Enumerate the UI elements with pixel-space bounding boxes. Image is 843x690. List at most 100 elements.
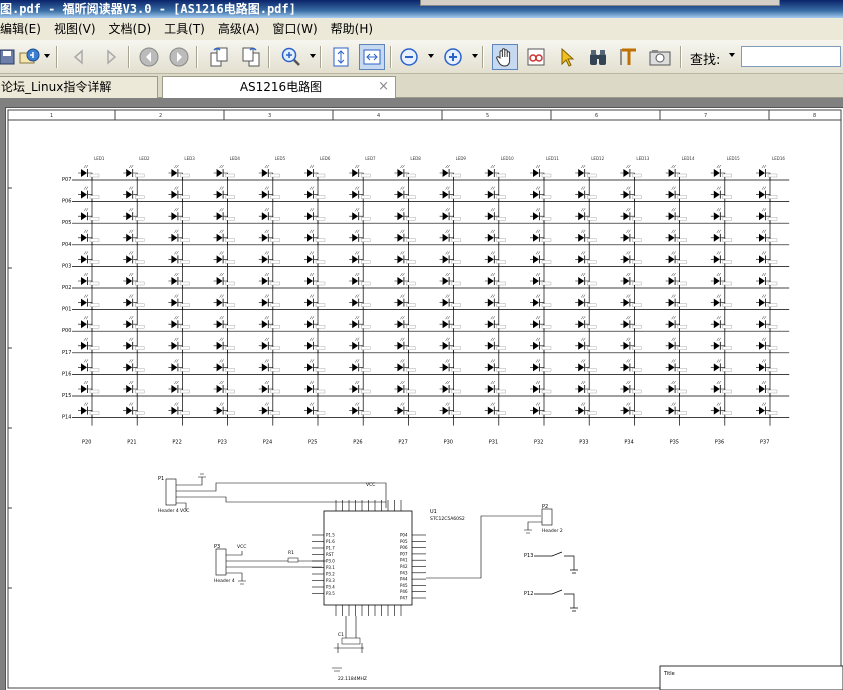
led-emission-arrows xyxy=(355,272,360,277)
led-emission-arrows xyxy=(671,164,676,169)
search-input[interactable] xyxy=(741,46,841,67)
led-diode xyxy=(216,169,223,177)
email-dropdown-arrow[interactable] xyxy=(44,54,50,58)
menu-advanced[interactable]: 高级(A) xyxy=(218,18,267,40)
led-diode xyxy=(397,363,404,372)
led-ref-label xyxy=(496,260,506,264)
led-diode xyxy=(759,169,765,177)
led-diode xyxy=(171,277,178,285)
chip-pin-label: P05 xyxy=(400,539,408,544)
led-diode xyxy=(261,363,268,372)
snapshot-button[interactable] xyxy=(647,44,673,70)
led-diode xyxy=(81,169,87,177)
led-ref-label xyxy=(632,238,642,242)
tab-as1216[interactable]: AS1216电路图 × xyxy=(162,76,396,98)
led-ref-label xyxy=(315,411,326,415)
led-emission-arrows xyxy=(716,402,721,406)
search-options-arrow[interactable] xyxy=(729,53,735,57)
zoom-plus-dropdown-arrow[interactable] xyxy=(472,54,478,58)
menu-tools[interactable]: 工具(T) xyxy=(164,18,212,40)
rotate-left-button[interactable] xyxy=(206,44,232,70)
led-ref-label xyxy=(135,325,145,329)
text-select-button[interactable] xyxy=(616,44,642,70)
menu-help[interactable]: 帮助(H) xyxy=(331,18,380,40)
connector-label: P3 xyxy=(214,544,220,550)
led-diode xyxy=(578,169,585,177)
toolbar-separator xyxy=(196,46,198,68)
led-diode xyxy=(261,169,268,177)
led-emission-arrows xyxy=(490,272,495,277)
row-port-label: P15 xyxy=(62,393,71,399)
led-diode xyxy=(623,385,630,393)
chip-u1 xyxy=(323,510,413,606)
led-emission-arrows xyxy=(581,316,586,320)
hand-tool-button[interactable] xyxy=(492,44,518,70)
led-emission-arrows xyxy=(535,294,541,298)
led-ref-label xyxy=(89,217,100,221)
led-ref-label xyxy=(180,217,190,221)
led-ref-label xyxy=(496,173,506,178)
prev-page-button[interactable] xyxy=(66,44,92,70)
led-ref-label xyxy=(587,173,597,178)
led-ref-label xyxy=(89,260,100,264)
led-diode xyxy=(352,385,359,393)
led-emission-arrows xyxy=(264,380,269,385)
led-ref-label xyxy=(361,389,371,394)
led-ref-label xyxy=(225,217,235,221)
email-button[interactable] xyxy=(16,44,42,70)
zoom-in-button[interactable] xyxy=(278,44,304,70)
led-diode xyxy=(126,320,133,329)
led-diode xyxy=(171,169,178,177)
find-button[interactable] xyxy=(585,44,611,70)
menu-edit[interactable]: 编辑(E) xyxy=(0,18,48,40)
led-ref-label xyxy=(451,281,461,286)
zoom-out-button[interactable] xyxy=(396,44,422,70)
led-ref-label xyxy=(541,303,552,307)
zoom-dropdown-arrow[interactable] xyxy=(310,54,316,58)
led-emission-arrows xyxy=(761,251,767,255)
menu-window[interactable]: 窗口(W) xyxy=(272,18,324,40)
led-diode xyxy=(668,212,675,221)
grid-column-number: 2 xyxy=(159,113,162,119)
led-ref-label xyxy=(135,238,145,242)
led-ref-label xyxy=(541,389,552,394)
column-port-label: P21 xyxy=(127,440,136,446)
menu-view[interactable]: 视图(V) xyxy=(54,18,103,40)
led-ref-label xyxy=(767,173,778,178)
led-emission-arrows xyxy=(535,251,541,255)
document-view[interactable]: 1 2 3 4 5 6 7 8 P07 P06 P05 P04 P03 P02 P01 P00 P17 P16 P1… xyxy=(0,98,843,690)
menu-document[interactable]: 文档(D) xyxy=(109,18,159,40)
led-emission-arrows xyxy=(400,186,405,190)
next-page-button[interactable] xyxy=(98,44,124,70)
chip-name: U1 xyxy=(430,509,437,515)
led-ref-label xyxy=(180,325,190,329)
led-ref-label xyxy=(677,389,687,394)
led-diode xyxy=(759,298,765,307)
close-tab-icon[interactable]: × xyxy=(378,77,389,97)
fit-page-button[interactable] xyxy=(328,44,354,70)
connector-type-label: Header 2 xyxy=(542,528,563,534)
fit-width-button[interactable] xyxy=(359,44,385,70)
tab-linux-doc[interactable]: 论坛_Linux指令详解 xyxy=(0,76,158,98)
zoom-plus-button[interactable] xyxy=(440,44,466,70)
forward-button[interactable] xyxy=(166,44,192,70)
zoom-in-plus-icon xyxy=(444,48,462,66)
led-emission-arrows xyxy=(355,229,360,233)
rotate-right-button[interactable] xyxy=(238,44,264,70)
reader-mode-button[interactable] xyxy=(523,44,549,70)
led-ref-label xyxy=(767,346,778,350)
led-diode xyxy=(713,320,720,329)
zoom-out-dropdown-arrow[interactable] xyxy=(428,54,434,58)
led-diode xyxy=(261,341,268,350)
led-emission-arrows xyxy=(355,316,360,320)
led-diode xyxy=(487,320,494,329)
led-diode xyxy=(668,277,675,285)
led-emission-arrows xyxy=(716,272,721,277)
led-emission-arrows xyxy=(626,402,631,406)
select-tool-button[interactable] xyxy=(554,44,580,70)
back-button[interactable] xyxy=(136,44,162,70)
led-diode xyxy=(397,341,404,350)
led-emission-arrows xyxy=(174,164,179,169)
led-emission-arrows xyxy=(83,272,89,277)
led-emission-arrows xyxy=(490,316,495,320)
